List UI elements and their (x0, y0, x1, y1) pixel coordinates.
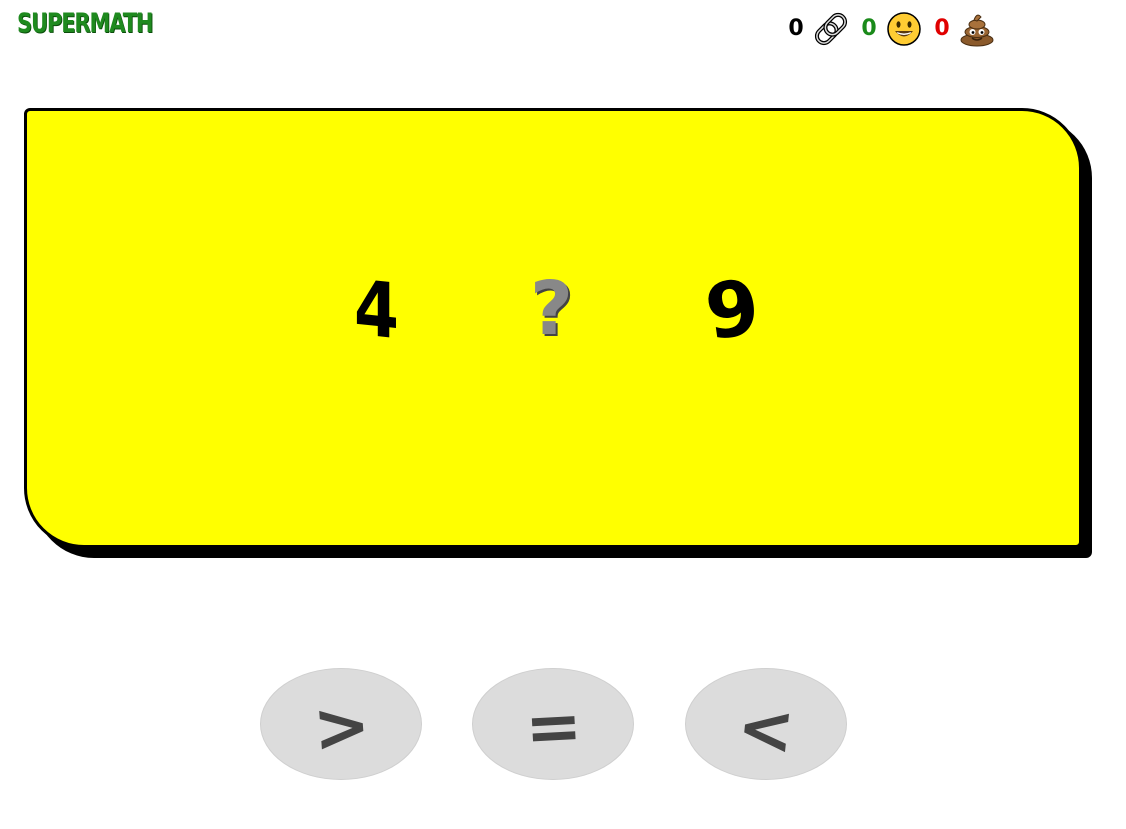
right-number: 9 (699, 261, 765, 358)
smiley-face-icon (885, 10, 923, 48)
less-than-button[interactable]: < (685, 668, 847, 780)
operator-placeholder: ? (530, 266, 573, 352)
greater-than-label: > (310, 686, 373, 769)
greater-than-button[interactable]: > (260, 668, 422, 780)
app-logo: SUPERMATH (17, 8, 154, 39)
equals-button[interactable]: = (472, 668, 634, 780)
game-page: SUPERMATH 0 0 0 4 ? 9 > = < (0, 0, 1126, 829)
wrong-count: 0 (934, 16, 950, 41)
left-number: 4 (353, 262, 399, 357)
chain-link-icon (812, 10, 850, 48)
streak-count: 0 (788, 16, 804, 41)
equals-label: = (522, 686, 584, 769)
less-than-label: < (732, 687, 798, 772)
correct-count: 0 (861, 16, 877, 41)
scoreboard: 0 0 0 (784, 10, 1003, 48)
poop-icon (958, 10, 996, 48)
